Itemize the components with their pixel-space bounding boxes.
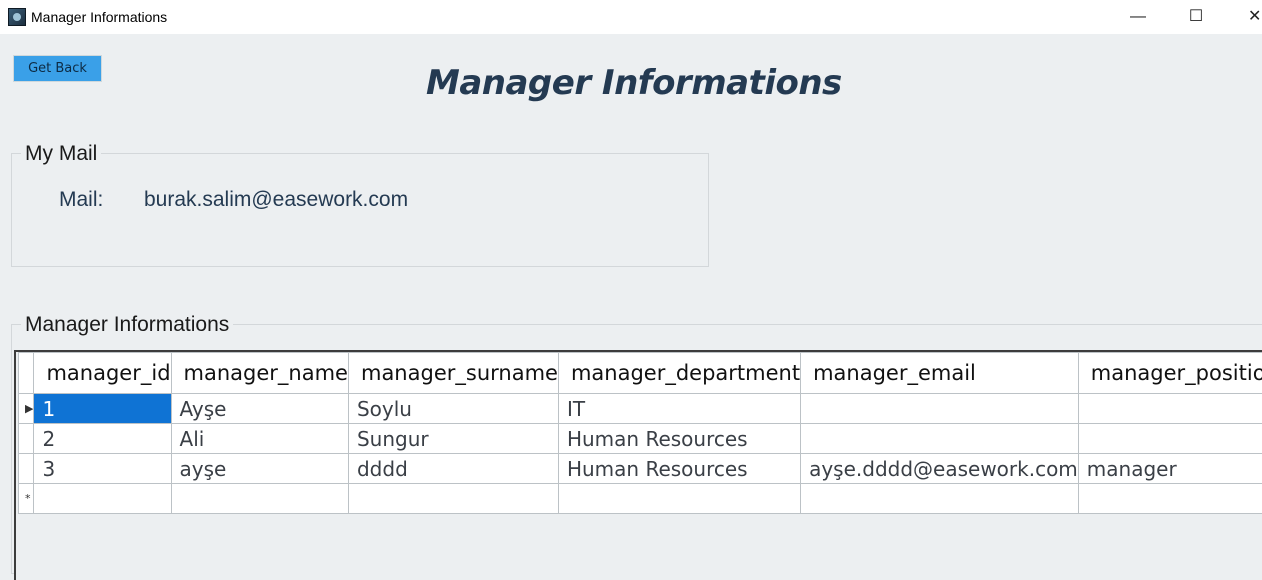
mail-label: Mail: [59,188,103,212]
window-title: Manager Informations [31,9,167,25]
cell-manager-position[interactable] [1078,394,1262,424]
cell-manager-department[interactable]: Human Resources [558,454,800,484]
new-cell-manager-id[interactable] [34,484,171,514]
cell-manager-id[interactable]: 2 [34,424,171,454]
new-row[interactable]: * [19,484,1262,514]
cell-manager-name[interactable]: Ayşe [171,394,348,424]
table-row[interactable]: ▶ 1 Ayşe Soylu IT [19,394,1262,424]
close-button[interactable]: ✕ [1230,0,1262,34]
cell-manager-email[interactable] [801,424,1079,454]
managers-data-grid[interactable]: manager_id manager_name manager_surname … [14,350,1262,580]
new-cell-manager-surname[interactable] [348,484,558,514]
column-header-manager-position[interactable]: manager_position [1078,353,1262,394]
get-back-button[interactable]: Get Back [13,55,102,82]
column-header-manager-department[interactable]: manager_department [558,353,800,394]
cell-manager-name[interactable]: Ali [171,424,348,454]
new-cell-manager-name[interactable] [171,484,348,514]
table-row[interactable]: 2 Ali Sungur Human Resources [19,424,1262,454]
cell-manager-name[interactable]: ayşe [171,454,348,484]
header-row: manager_id manager_name manager_surname … [19,353,1262,394]
minimize-button[interactable]: — [1115,0,1161,34]
managers-table: manager_id manager_name manager_surname … [18,352,1262,514]
column-header-manager-name[interactable]: manager_name [171,353,348,394]
table-row[interactable]: 3 ayşe dddd Human Resources ayşe.dddd@ea… [19,454,1262,484]
title-bar: Manager Informations — ☐ ✕ [0,0,1262,34]
page-title: Manager Informations [426,63,842,103]
row-header-corner[interactable] [19,353,34,394]
mail-group-legend: My Mail [21,142,101,166]
new-row-indicator-icon[interactable]: * [19,484,34,514]
row-header-cell[interactable] [19,454,34,484]
cell-manager-id[interactable]: 1 [34,394,171,424]
cell-manager-email[interactable] [801,394,1079,424]
current-row-indicator-icon[interactable]: ▶ [19,394,34,424]
cell-manager-position[interactable]: manager [1078,454,1262,484]
column-header-manager-surname[interactable]: manager_surname [348,353,558,394]
cell-manager-surname[interactable]: dddd [348,454,558,484]
mail-value: burak.salim@easework.com [144,188,408,212]
cell-manager-id[interactable]: 3 [34,454,171,484]
app-icon [8,8,26,26]
column-header-manager-email[interactable]: manager_email [801,353,1079,394]
cell-manager-department[interactable]: IT [558,394,800,424]
row-header-cell[interactable] [19,424,34,454]
maximize-button[interactable]: ☐ [1173,0,1219,34]
new-cell-manager-department[interactable] [558,484,800,514]
cell-manager-department[interactable]: Human Resources [558,424,800,454]
cell-manager-surname[interactable]: Sungur [348,424,558,454]
column-header-manager-id[interactable]: manager_id [34,353,171,394]
cell-manager-surname[interactable]: Soylu [348,394,558,424]
managers-group-legend: Manager Informations [21,313,233,337]
cell-manager-position[interactable] [1078,424,1262,454]
new-cell-manager-position[interactable] [1078,484,1262,514]
cell-manager-email[interactable]: ayşe.dddd@easework.com [801,454,1079,484]
new-cell-manager-email[interactable] [801,484,1079,514]
